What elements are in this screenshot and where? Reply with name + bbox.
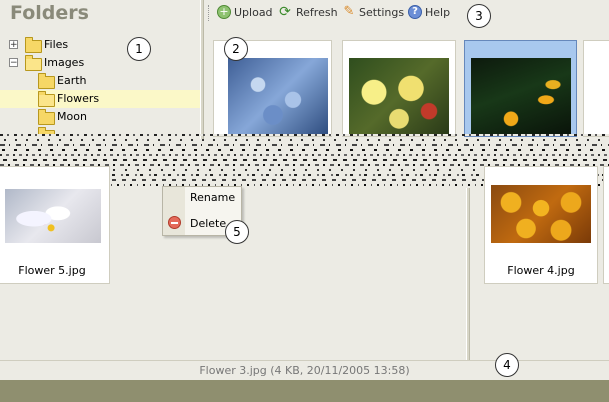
photo-blue-flowers — [228, 58, 328, 134]
help-label: Help — [425, 6, 451, 19]
tree-item-label: Images — [44, 56, 85, 69]
photo-yellow-tulips — [471, 58, 571, 134]
photo-orange-daisies — [491, 185, 591, 243]
thumbnail-caption: Flower 5.jpg — [18, 264, 86, 277]
menu-item-label: Rename — [190, 191, 236, 204]
toolbar-grip[interactable] — [208, 5, 212, 21]
menu-item-rename[interactable]: Rename — [163, 187, 241, 207]
refresh-icon: ⟳ — [279, 4, 291, 20]
folders-title: Folders — [10, 2, 89, 24]
photo-daisies — [349, 58, 449, 134]
folder-icon — [25, 37, 42, 53]
refresh-label: Refresh — [296, 6, 338, 19]
tree-item-moon[interactable]: Moon — [0, 108, 200, 126]
tree-item-label: Flowers — [57, 92, 100, 105]
settings-button[interactable]: ✎ Settings — [342, 4, 405, 21]
callout-3: 3 — [467, 4, 491, 28]
tree-item-label: Files — [44, 38, 69, 51]
thumbnail-tulips-selected[interactable] — [464, 40, 577, 137]
thumbnail-daisies[interactable] — [342, 40, 456, 137]
upload-label: Upload — [234, 6, 273, 19]
footer-band — [0, 380, 609, 402]
delete-icon — [168, 216, 181, 229]
menu-item-label: Delete — [190, 217, 227, 230]
upload-button[interactable]: + Upload — [217, 5, 273, 21]
refresh-button[interactable]: ⟳ Refresh — [278, 5, 338, 21]
thumbnail-flower-4[interactable]: Flower 4.jpg — [484, 166, 598, 284]
folder-open-icon — [38, 91, 55, 107]
thumbnail-flower-5[interactable]: Flower 5.jpg — [0, 166, 110, 284]
folders-panel-header: Folders — [0, 0, 200, 30]
callout-5: 5 — [225, 220, 249, 244]
thumbnail-partial-right[interactable] — [603, 166, 609, 284]
collapse-icon[interactable]: − — [9, 58, 18, 68]
folder-icon — [38, 73, 55, 89]
folder-open-icon — [25, 55, 42, 71]
panel-splitter[interactable] — [200, 0, 204, 140]
folder-tree: + Files − Images Earth Flowers Moon — [0, 34, 200, 134]
callout-4: 4 — [495, 353, 519, 377]
tree-item-label: Moon — [57, 110, 87, 123]
wrench-icon: ✎ — [343, 4, 355, 19]
thumbnail-partial[interactable] — [583, 40, 609, 137]
help-icon: ? — [408, 5, 422, 19]
thumbnail-caption: Flower 4.jpg — [507, 264, 575, 277]
toolbar: + Upload ⟳ Refresh ✎ Settings ? Help — [205, 0, 609, 27]
tree-item-earth[interactable]: Earth — [0, 72, 200, 90]
photo-lilies — [5, 189, 101, 243]
panel-splitter-lower[interactable] — [466, 188, 470, 360]
callout-2: 2 — [224, 37, 248, 61]
help-button[interactable]: ? Help — [408, 5, 452, 21]
expand-icon[interactable]: + — [9, 40, 18, 50]
callout-1: 1 — [127, 37, 151, 61]
settings-label: Settings — [359, 6, 405, 19]
tree-item-files[interactable]: + Files — [0, 36, 200, 54]
upload-icon: + — [217, 5, 231, 19]
tree-item-images[interactable]: − Images — [0, 54, 200, 72]
tree-item-label: Earth — [57, 74, 87, 87]
tree-item-flowers[interactable]: Flowers — [0, 90, 200, 108]
folder-icon — [38, 109, 55, 125]
